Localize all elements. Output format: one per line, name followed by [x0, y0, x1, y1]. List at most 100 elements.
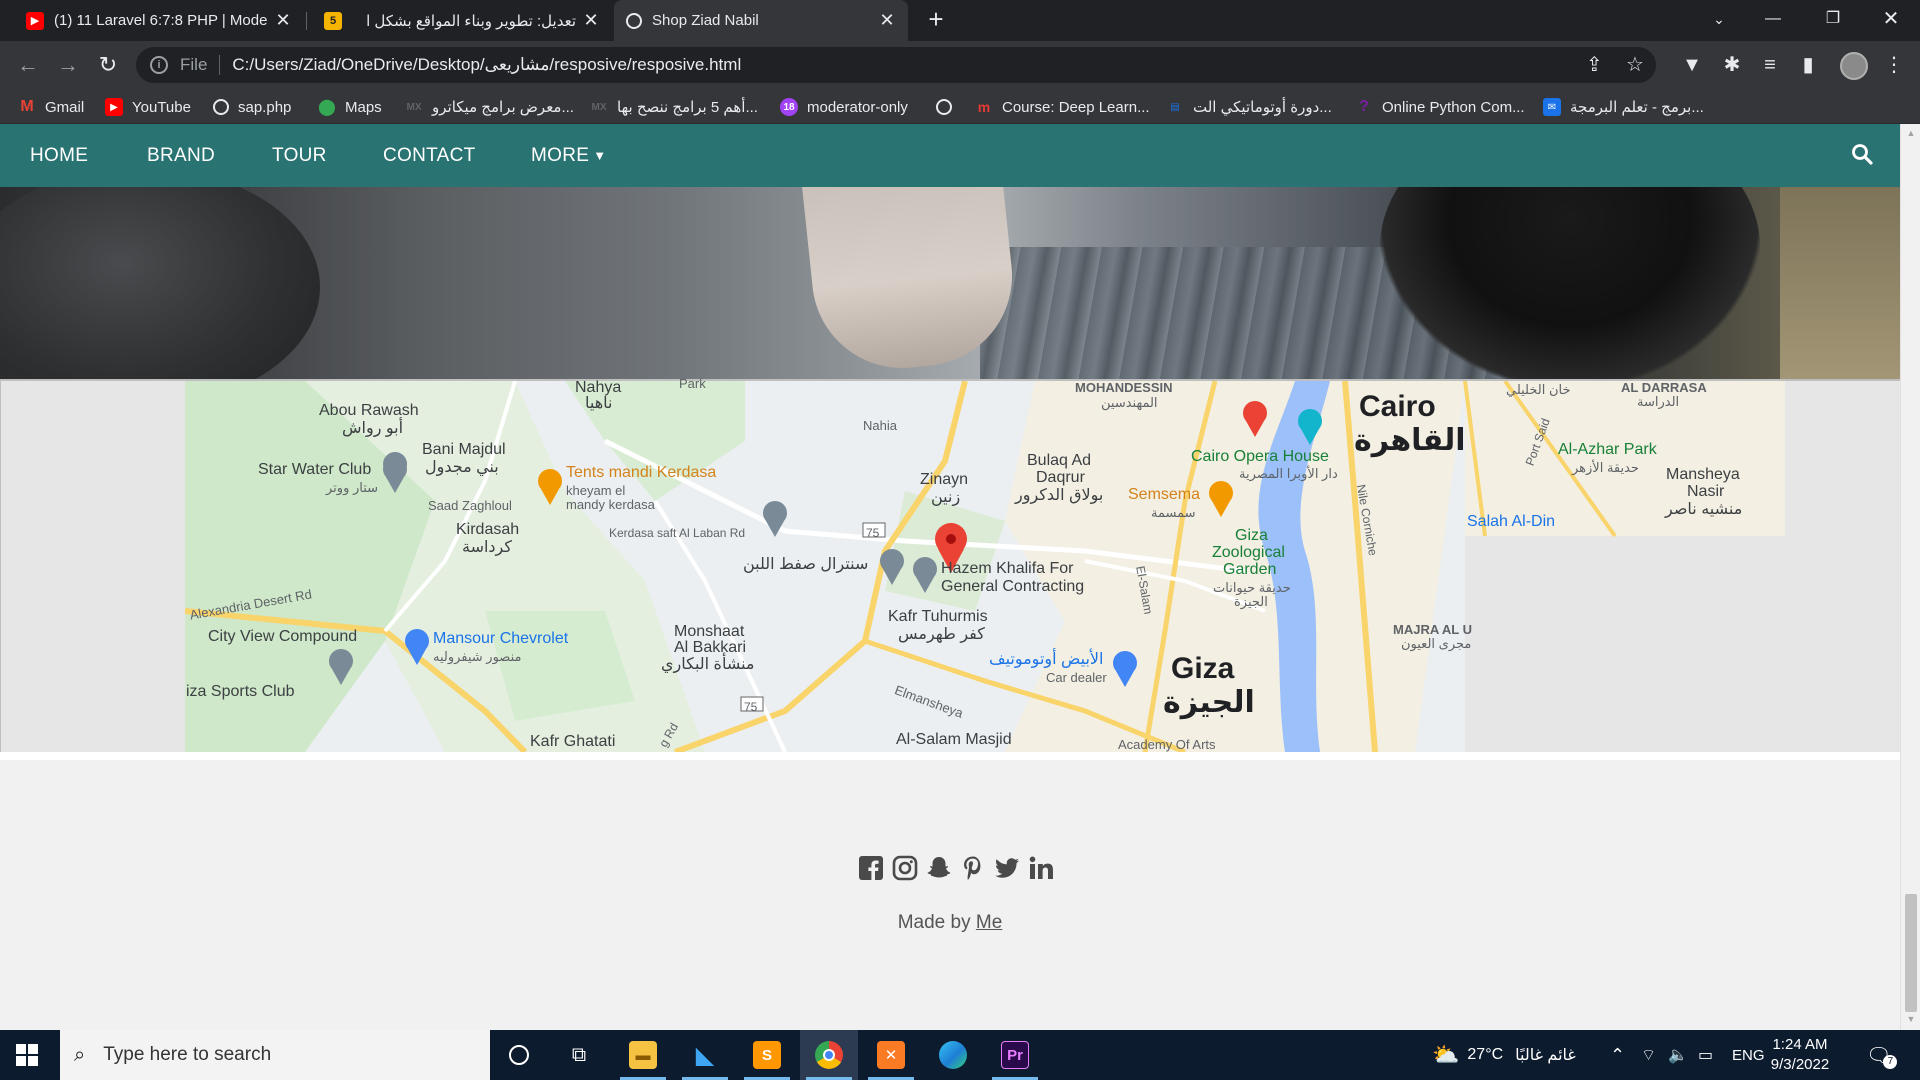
bookmark-sap[interactable]: sap.php: [213, 96, 291, 118]
taskbar-search[interactable]: ⌕ Type here to search: [60, 1030, 490, 1080]
premiere-pro-icon[interactable]: Pr: [986, 1030, 1044, 1080]
system-clock[interactable]: 1:24 AM 9/3/2022: [1755, 1035, 1845, 1075]
address-bar[interactable]: i File C:/Users/Ziad/OneDrive/Desktop/مش…: [136, 47, 1656, 83]
nav-brand[interactable]: BRAND: [147, 124, 215, 187]
made-by-credit: Made by Me: [897, 912, 1003, 933]
wifi-icon[interactable]: ⌔: [1641, 1030, 1656, 1080]
scroll-up-arrow-icon[interactable]: ▲: [1906, 128, 1916, 138]
task-view-icon[interactable]: ⧉: [550, 1030, 608, 1080]
bookmark-programming[interactable]: ✉ برمج - تعلم البرمجة...: [1543, 96, 1704, 118]
embedded-map[interactable]: Nahya ناهيا Park Abou Rawash أبو رواش Ba…: [0, 376, 1900, 752]
battery-icon[interactable]: ▭: [1698, 1030, 1713, 1080]
search-icon: ⌕: [74, 1043, 86, 1066]
close-tab-icon[interactable]: ✕: [582, 10, 600, 31]
chevron-up-icon[interactable]: ⌃: [1610, 1030, 1625, 1080]
map-label-majra-ar: مجرى العيون: [1401, 636, 1472, 651]
map-label-kafr-tuhurmis-ar: كفر طهرمس: [898, 626, 985, 643]
share-icon[interactable]: ⇪: [1586, 47, 1603, 83]
hero-image: [0, 187, 1900, 379]
bookmark-top5[interactable]: MX أهم 5 برامج ننصح بها...: [590, 96, 758, 118]
bookmark-mechatronics[interactable]: MX معرض برامج ميكاترو...: [405, 96, 574, 118]
scroll-down-arrow-icon[interactable]: ▼: [1906, 1014, 1916, 1024]
cortana-icon[interactable]: [490, 1030, 548, 1080]
facebook-icon[interactable]: [858, 855, 884, 881]
extension-v-icon[interactable]: ▼: [1678, 51, 1706, 79]
twitter-icon[interactable]: [994, 855, 1020, 881]
file-explorer-icon[interactable]: ▬: [614, 1030, 672, 1080]
bookmark-deep-learning[interactable]: m Course: Deep Learn...: [975, 96, 1150, 118]
nav-tour[interactable]: TOUR: [272, 124, 327, 187]
star-bookmark-icon[interactable]: ☆: [1626, 47, 1644, 83]
notifications-icon[interactable]: 🗨 7: [1866, 1030, 1905, 1080]
address-divider: [219, 55, 221, 75]
site-navbar: HOME BRAND TOUR CONTACT MORE ▼: [0, 124, 1900, 187]
search-icon[interactable]: [1850, 142, 1874, 166]
map-label-nasir: Nasir: [1687, 483, 1725, 500]
close-tab-icon[interactable]: ✕: [274, 10, 292, 31]
scrollbar-thumb[interactable]: [1905, 894, 1917, 1012]
map-label-bani-majdul: Bani Majdul: [422, 441, 506, 458]
puzzle-extensions-icon[interactable]: ✱: [1718, 51, 1746, 79]
volume-icon[interactable]: 🔈: [1668, 1030, 1688, 1080]
browser-tab-strip: ▶ (1) 11 Laravel 6:7:8 PHP | Model V ✕ 5…: [0, 0, 1920, 41]
new-tab-button[interactable]: +: [922, 6, 950, 34]
side-panel-icon[interactable]: ▮: [1794, 51, 1822, 79]
restore-icon[interactable]: ❐: [1810, 0, 1856, 41]
close-window-icon[interactable]: ✕: [1868, 0, 1914, 41]
tab-arabic-edit[interactable]: 5 تعديل: تطوير وبناء المواقع بشكل ا ✕: [312, 0, 612, 41]
map-label-kirdasah-ar: كرداسة: [462, 539, 512, 556]
minimize-icon[interactable]: —: [1750, 0, 1796, 41]
bookmark-gmail[interactable]: M Gmail: [18, 96, 84, 118]
doc-icon: ▤: [1170, 101, 1180, 113]
xampp-icon[interactable]: ✕: [862, 1030, 920, 1080]
bookmark-globe[interactable]: [936, 96, 961, 118]
weather-widget[interactable]: ⛅ 27°C غائم غالبًا: [1432, 1030, 1576, 1080]
tab-shop-ziad-nabil[interactable]: Shop Ziad Nabil ✕: [614, 0, 908, 41]
info-icon[interactable]: i: [150, 56, 168, 74]
map-label-monshaat-ar: منشأة البكاري: [661, 656, 755, 673]
map-label-cairo: Cairo: [1359, 390, 1436, 423]
tab-laravel[interactable]: ▶ (1) 11 Laravel 6:7:8 PHP | Model V ✕: [14, 0, 304, 41]
close-tab-icon[interactable]: ✕: [878, 10, 896, 31]
map-label-zoological: Zoological: [1212, 544, 1285, 561]
vscode-icon[interactable]: ◣: [676, 1030, 734, 1080]
nav-more-dropdown[interactable]: MORE ▼: [531, 124, 606, 187]
site-footer: Made by Me: [0, 752, 1900, 1030]
address-url[interactable]: C:/Users/Ziad/OneDrive/Desktop/مشاريعى/r…: [232, 55, 741, 75]
bookmark-automation[interactable]: ▤ دورة أوتوماتيكي الت...: [1166, 96, 1332, 118]
linkedin-icon[interactable]: [1028, 855, 1054, 881]
page-scrollbar[interactable]: ▲ ▼: [1900, 124, 1920, 1030]
map-label-zoo-ar-2: الجيزة: [1234, 594, 1268, 609]
back-arrow-icon[interactable]: ←: [14, 51, 42, 79]
sublime-text-icon[interactable]: S: [738, 1030, 796, 1080]
kebab-menu-icon[interactable]: ⋮: [1880, 51, 1908, 79]
made-by-link[interactable]: Me: [976, 912, 1002, 933]
media-playlist-icon[interactable]: ≡: [1756, 51, 1784, 79]
clock-time: 1:24 AM: [1772, 1036, 1828, 1053]
code-icon: ✉: [1543, 98, 1561, 116]
map-label-daqrur: Daqrur: [1036, 469, 1085, 486]
map-label-zinayn-ar: زنين: [931, 489, 961, 506]
bookmark-youtube[interactable]: ▶ YouTube: [105, 96, 191, 118]
instagram-icon[interactable]: [892, 855, 918, 881]
bookmark-maps[interactable]: ⬤ Maps: [318, 96, 382, 118]
bookmark-moderator[interactable]: 18 moderator-only: [780, 96, 908, 118]
forward-arrow-icon[interactable]: →: [54, 51, 82, 79]
windows-start-icon[interactable]: [16, 1044, 38, 1066]
nav-contact[interactable]: CONTACT: [383, 124, 476, 187]
bookmark-python[interactable]: ? Online Python Com...: [1355, 96, 1524, 118]
tab-separator: [306, 12, 307, 30]
edge-icon[interactable]: [924, 1030, 982, 1080]
reload-icon[interactable]: ↻: [94, 51, 122, 79]
pinterest-icon[interactable]: [960, 855, 986, 881]
map-label-giza: Giza: [1171, 652, 1235, 685]
profile-avatar[interactable]: [1840, 52, 1868, 80]
nav-home[interactable]: HOME: [30, 124, 88, 187]
map-label-kirdasah: Kirdasah: [456, 521, 520, 538]
snapchat-icon[interactable]: [926, 855, 952, 881]
tab-search-chevron-icon[interactable]: ⌄: [1696, 0, 1742, 41]
browser-toolbar: ← → ↻ i File C:/Users/Ziad/OneDrive/Desk…: [0, 41, 1920, 89]
bookmarks-bar: M Gmail ▶ YouTube sap.php ⬤ Maps MX معرض…: [0, 89, 1920, 124]
chrome-icon[interactable]: [800, 1030, 858, 1080]
map-label-hazem-khalifa: Hazem Khalifa For: [941, 560, 1074, 577]
